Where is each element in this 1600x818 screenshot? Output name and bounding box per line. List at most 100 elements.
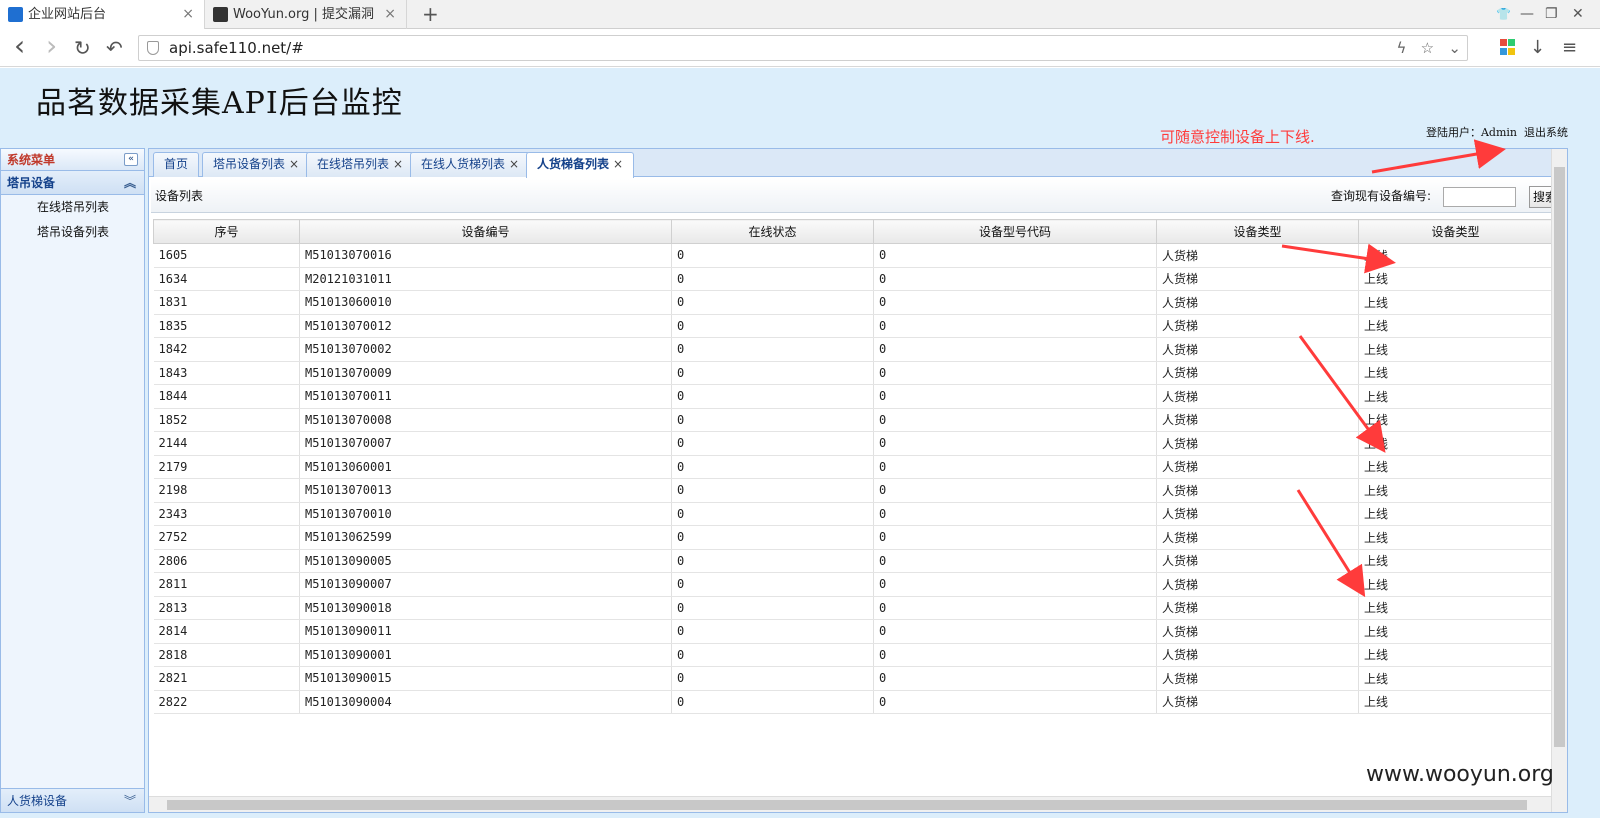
- table-cell: 2818: [153, 643, 300, 667]
- table-row[interactable]: 1605 M51013070016 0 0 人货梯 上线: [153, 243, 1553, 268]
- scrollbar-thumb[interactable]: [167, 800, 1527, 810]
- column-header[interactable]: 设备类型: [1358, 219, 1553, 244]
- lightning-icon[interactable]: ϟ: [1396, 39, 1406, 57]
- table-cell: 人货梯: [1156, 361, 1359, 385]
- close-tab-icon[interactable]: ×: [182, 0, 194, 29]
- reload-icon[interactable]: ↻: [74, 29, 91, 67]
- close-tab-icon[interactable]: ×: [384, 0, 396, 29]
- table-row[interactable]: 2811 M51013090007 0 0 人货梯 上线: [153, 572, 1553, 597]
- table-row[interactable]: 1842 M51013070002 0 0 人货梯 上线: [153, 337, 1553, 362]
- new-tab-icon[interactable]: +: [422, 0, 439, 28]
- back-icon[interactable]: ‹: [14, 29, 25, 63]
- logout-link[interactable]: 退出系统: [1524, 126, 1568, 139]
- online-toggle-link[interactable]: 上线: [1358, 643, 1553, 667]
- dropdown-chevron-icon[interactable]: ⌄: [1448, 39, 1461, 57]
- address-url[interactable]: api.safe110.net/#: [169, 36, 304, 60]
- table-row[interactable]: 1844 M51013070011 0 0 人货梯 上线: [153, 384, 1553, 409]
- collapse-icon[interactable]: «: [124, 153, 138, 166]
- minimize-icon[interactable]: —: [1520, 0, 1534, 29]
- maximize-icon[interactable]: ❐: [1545, 0, 1558, 29]
- address-bar[interactable]: api.safe110.net/# ϟ ☆ ⌄: [138, 35, 1468, 61]
- table-row[interactable]: 1831 M51013060010 0 0 人货梯 上线: [153, 290, 1553, 315]
- tab-tower-crane-list[interactable]: 塔吊设备列表 ×: [202, 152, 311, 177]
- table-cell: 2343: [153, 502, 300, 526]
- table-cell: 2806: [153, 549, 300, 573]
- table-row[interactable]: 2144 M51013070007 0 0 人货梯 上线: [153, 431, 1553, 456]
- online-toggle-link[interactable]: 上线: [1358, 243, 1553, 268]
- browser-tab-wooyun[interactable]: WooYun.org | 提交漏洞 ×: [205, 0, 407, 29]
- close-tab-icon[interactable]: ×: [289, 157, 299, 171]
- table-cell: 0: [873, 596, 1157, 620]
- sidebar-item-tower-crane-list[interactable]: 塔吊设备列表: [1, 220, 144, 245]
- online-toggle-link[interactable]: 上线: [1358, 408, 1553, 432]
- table-row[interactable]: 2806 M51013090005 0 0 人货梯 上线: [153, 549, 1553, 573]
- online-toggle-link[interactable]: 上线: [1358, 431, 1553, 456]
- scrollbar-thumb[interactable]: [1554, 167, 1565, 747]
- close-tab-icon[interactable]: ×: [393, 157, 403, 171]
- device-number-search-input[interactable]: [1443, 187, 1516, 207]
- chevron-up-icon[interactable]: ︽: [124, 171, 136, 195]
- sidebar-item-online-tower-cranes[interactable]: 在线塔吊列表: [1, 195, 144, 220]
- online-toggle-link[interactable]: 上线: [1358, 666, 1553, 691]
- table-row[interactable]: 1835 M51013070012 0 0 人货梯 上线: [153, 314, 1553, 338]
- table-row[interactable]: 2814 M51013090011 0 0 人货梯 上线: [153, 619, 1553, 644]
- download-icon[interactable]: ↓: [1530, 29, 1545, 67]
- sidebar-group-tower-crane[interactable]: 塔吊设备 ︽: [1, 171, 144, 195]
- forward-icon[interactable]: ›: [46, 29, 57, 63]
- column-header[interactable]: 设备型号代码: [873, 219, 1157, 244]
- horizontal-scrollbar[interactable]: [149, 796, 1551, 812]
- online-toggle-link[interactable]: 上线: [1358, 549, 1553, 573]
- table-row[interactable]: 1852 M51013070008 0 0 人货梯 上线: [153, 408, 1553, 432]
- online-toggle-link[interactable]: 上线: [1358, 384, 1553, 409]
- table-row[interactable]: 2822 M51013090004 0 0 人货梯 上线: [153, 690, 1553, 714]
- chevron-down-icon[interactable]: ︾: [124, 789, 136, 813]
- online-toggle-link[interactable]: 上线: [1358, 361, 1553, 385]
- column-header[interactable]: 在线状态: [671, 219, 874, 244]
- browser-tab-title: 企业网站后台: [28, 7, 107, 22]
- online-toggle-link[interactable]: 上线: [1358, 267, 1553, 291]
- table-row[interactable]: 2818 M51013090001 0 0 人货梯 上线: [153, 643, 1553, 667]
- table-row[interactable]: 1634 M20121031011 0 0 人货梯 上线: [153, 267, 1553, 291]
- menu-icon[interactable]: ≡: [1562, 29, 1577, 67]
- online-toggle-link[interactable]: 上线: [1358, 455, 1553, 479]
- close-tab-icon[interactable]: ×: [509, 157, 519, 171]
- vertical-scrollbar[interactable]: [1551, 149, 1567, 812]
- online-toggle-link[interactable]: 上线: [1358, 337, 1553, 362]
- close-tab-icon[interactable]: ×: [613, 157, 623, 171]
- apps-grid-icon[interactable]: [1500, 39, 1516, 55]
- online-toggle-link[interactable]: 上线: [1358, 690, 1553, 714]
- table-cell: M51013090001: [299, 643, 672, 667]
- table-row[interactable]: 2813 M51013090018 0 0 人货梯 上线: [153, 596, 1553, 620]
- online-toggle-link[interactable]: 上线: [1358, 572, 1553, 597]
- online-toggle-link[interactable]: 上线: [1358, 290, 1553, 315]
- tab-online-tower-cranes[interactable]: 在线塔吊列表 ×: [306, 152, 415, 177]
- browser-tab-admin[interactable]: 企业网站后台 ×: [0, 0, 205, 30]
- column-header[interactable]: 序号: [153, 219, 300, 244]
- undo-icon[interactable]: ↶: [106, 29, 123, 67]
- tab-online-hoists[interactable]: 在线人货梯列表 ×: [410, 152, 531, 177]
- table-row[interactable]: 2821 M51013090015 0 0 人货梯 上线: [153, 666, 1553, 691]
- table-cell: 0: [671, 690, 874, 714]
- bookmark-star-icon[interactable]: ☆: [1421, 39, 1434, 57]
- window-close-icon[interactable]: ✕: [1572, 0, 1584, 29]
- online-toggle-link[interactable]: 上线: [1358, 478, 1553, 503]
- column-header[interactable]: 设备编号: [299, 219, 672, 244]
- table-cell: 人货梯: [1156, 267, 1359, 291]
- sidebar-group-hoist[interactable]: 人货梯设备 ︾: [1, 788, 144, 812]
- table-cell: 2144: [153, 431, 300, 456]
- online-toggle-link[interactable]: 上线: [1358, 596, 1553, 620]
- column-header[interactable]: 设备类型: [1156, 219, 1359, 244]
- site-favicon-icon: [8, 7, 23, 22]
- online-toggle-link[interactable]: 上线: [1358, 502, 1553, 526]
- online-toggle-link[interactable]: 上线: [1358, 525, 1553, 550]
- table-row[interactable]: 2752 M51013062599 0 0 人货梯 上线: [153, 525, 1553, 550]
- online-toggle-link[interactable]: 上线: [1358, 314, 1553, 338]
- tab-hoist-list[interactable]: 人货梯备列表 ×: [526, 152, 635, 178]
- skin-icon[interactable]: 👕: [1496, 0, 1511, 29]
- table-row[interactable]: 2179 M51013060001 0 0 人货梯 上线: [153, 455, 1553, 479]
- table-row[interactable]: 1843 M51013070009 0 0 人货梯 上线: [153, 361, 1553, 385]
- table-row[interactable]: 2343 M51013070010 0 0 人货梯 上线: [153, 502, 1553, 526]
- online-toggle-link[interactable]: 上线: [1358, 619, 1553, 644]
- table-row[interactable]: 2198 M51013070013 0 0 人货梯 上线: [153, 478, 1553, 503]
- tab-home[interactable]: 首页: [153, 152, 200, 177]
